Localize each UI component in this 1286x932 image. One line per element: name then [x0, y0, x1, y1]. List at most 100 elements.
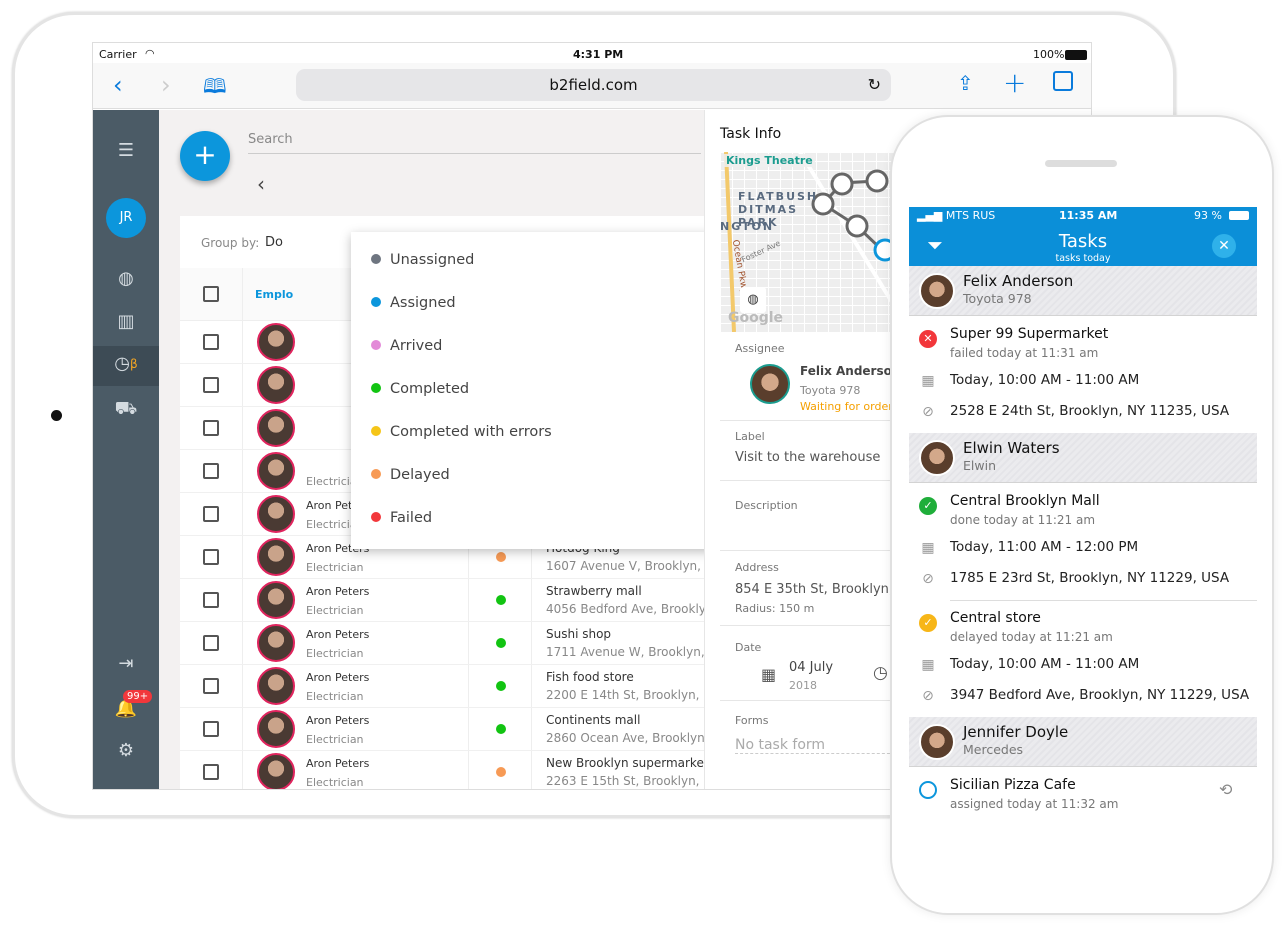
- task-item[interactable]: Sicilian Pizza Cafe assigned today at 11…: [909, 768, 1257, 820]
- forms-select[interactable]: No task form: [735, 737, 895, 754]
- row-checkbox[interactable]: [203, 592, 219, 608]
- route-point: [865, 169, 889, 193]
- forms-label: Forms: [735, 714, 769, 727]
- row-checkbox[interactable]: [203, 420, 219, 436]
- status-option[interactable]: Failed: [371, 510, 432, 526]
- calendar-icon[interactable]: ▦: [761, 665, 776, 684]
- assignee-name: Felix Anderson: [963, 272, 1074, 290]
- vehicle-icon[interactable]: ⛟: [93, 398, 159, 422]
- calendar-icon: ▦: [921, 373, 935, 389]
- sidebar: ☰ JR ◍ ▥ ◷β ⛟ ⇥ 🔔 99+ ⚙: [93, 110, 159, 789]
- status-dot: [371, 383, 381, 393]
- select-all-checkbox[interactable]: [203, 286, 219, 302]
- status-option[interactable]: Unassigned: [371, 252, 474, 268]
- status-option-label: Completed with errors: [390, 424, 552, 440]
- group-by-label: Group by:: [201, 236, 260, 250]
- task-info-panel: Task Info Kings Theatre FLATBUSH DITMAS …: [704, 110, 915, 789]
- notifications-badge: 99+: [123, 690, 153, 703]
- map[interactable]: Kings Theatre FLATBUSH DITMAS PARK NGTON…: [720, 152, 898, 332]
- row-checkbox[interactable]: [203, 377, 219, 393]
- reload-icon[interactable]: ↻: [868, 69, 881, 101]
- calendar-icon: ▦: [921, 540, 935, 556]
- assignee-name: Jennifer Doyle: [963, 723, 1069, 741]
- task-address: 2263 E 15th St, Brooklyn, NY: [546, 774, 720, 788]
- close-icon[interactable]: ✕: [1212, 234, 1236, 258]
- status-option-label: Unassigned: [390, 252, 475, 268]
- user-avatar[interactable]: JR: [106, 198, 146, 238]
- status-option-label: Arrived: [390, 338, 443, 354]
- url-field[interactable]: b2field.com ↻: [296, 69, 891, 101]
- reassign-icon[interactable]: ⟲: [1219, 780, 1232, 799]
- assignee-group[interactable]: Elwin Waters Elwin: [909, 433, 1257, 483]
- globe-icon[interactable]: ◍: [93, 268, 159, 289]
- prev-date-icon[interactable]: ‹: [257, 172, 265, 196]
- assignee-status: Waiting for order: [800, 400, 893, 413]
- assignee-name: Felix Anderson: [800, 364, 901, 378]
- status-dot: [496, 638, 506, 648]
- phone-speaker: [1045, 160, 1117, 167]
- table-row[interactable]: Aron Peters Electrician New Brooklyn sup…: [180, 751, 720, 789]
- address-label: Address: [735, 561, 779, 574]
- address-value: 854 E 35th St, Brooklyn, NY: [735, 582, 915, 597]
- table-row[interactable]: Aron Peters Electrician Fish food store …: [180, 665, 720, 708]
- assignee-avatar: [919, 724, 955, 760]
- tabs-icon[interactable]: [1053, 71, 1073, 91]
- status-option[interactable]: Completed: [371, 381, 469, 397]
- clock-icon[interactable]: ◷: [873, 663, 888, 683]
- status-option-label: Delayed: [390, 467, 450, 483]
- row-checkbox[interactable]: [203, 635, 219, 651]
- row-checkbox[interactable]: [203, 506, 219, 522]
- divider: [720, 700, 905, 701]
- carrier-label: Carrier: [99, 48, 137, 61]
- employee-column-header[interactable]: Emplo: [255, 288, 293, 301]
- employee-avatar: [257, 710, 295, 748]
- assignee-avatar: [750, 364, 790, 404]
- row-checkbox[interactable]: [203, 721, 219, 737]
- task-status: failed today at 11:31 am: [950, 346, 1099, 360]
- reports-icon[interactable]: ▥: [93, 311, 159, 332]
- label-value: Visit to the warehouse: [735, 450, 881, 465]
- task-address: 3947 Bedford Ave, Brooklyn, NY 11229, US…: [950, 687, 1250, 703]
- task-name: Strawberry mall: [546, 584, 642, 598]
- status-dot: [371, 254, 381, 264]
- task-item[interactable]: ✓ Central Brooklyn Mall done today at 11…: [909, 484, 1257, 601]
- task-item[interactable]: ✓ Central store delayed today at 11:21 a…: [909, 601, 1257, 718]
- assignee-group[interactable]: Felix Anderson Toyota 978: [909, 266, 1257, 316]
- table-row[interactable]: Aron Peters Electrician Sushi shop 1711 …: [180, 622, 725, 665]
- new-tab-icon[interactable]: +: [1003, 66, 1026, 99]
- status-option[interactable]: Arrived: [371, 338, 442, 354]
- clock: 4:31 PM: [573, 48, 624, 61]
- bookmarks-icon[interactable]: 🕮: [203, 72, 227, 106]
- status-option[interactable]: Assigned: [371, 295, 456, 311]
- table-row[interactable]: Aron Peters Electrician Continents mall …: [180, 708, 729, 751]
- row-checkbox[interactable]: [203, 764, 219, 780]
- employee-avatar: [257, 753, 295, 789]
- row-checkbox[interactable]: [203, 678, 219, 694]
- forward-icon[interactable]: ›: [161, 71, 171, 99]
- row-checkbox[interactable]: [203, 549, 219, 565]
- settings-icon[interactable]: ⚙: [93, 740, 159, 761]
- tasks-icon[interactable]: ◷β: [93, 346, 159, 386]
- row-checkbox[interactable]: [203, 334, 219, 350]
- assignee-group[interactable]: Jennifer Doyle Mercedes: [909, 717, 1257, 767]
- row-checkbox[interactable]: [203, 463, 219, 479]
- assignee-avatar: [919, 273, 955, 309]
- logout-icon[interactable]: ⇥: [93, 653, 159, 674]
- task-item[interactable]: ✕ Super 99 Supermarket failed today at 1…: [909, 317, 1257, 434]
- status-option[interactable]: Completed with errors: [371, 424, 552, 440]
- menu-icon[interactable]: ☰: [93, 140, 159, 161]
- phone-carrier: ▂▄▆ MTS RUS: [917, 209, 996, 222]
- back-icon[interactable]: ‹: [113, 71, 123, 99]
- share-icon[interactable]: ⇪: [957, 71, 974, 95]
- browser-toolbar: ‹ › 🕮 b2field.com ↻ ⇪ +: [93, 63, 1091, 109]
- label-label: Label: [735, 430, 765, 443]
- search-input[interactable]: Search: [248, 132, 701, 154]
- group-by-select[interactable]: Do: [265, 235, 283, 250]
- task-status-icon: [919, 781, 937, 799]
- table-row[interactable]: Aron Peters Electrician Strawberry mall …: [180, 579, 717, 622]
- map-label: NGTON: [720, 220, 775, 233]
- employee-name: Aron Peters: [306, 628, 370, 641]
- add-task-button[interactable]: +: [180, 131, 230, 181]
- task-status-icon: ✓: [919, 614, 937, 632]
- status-option[interactable]: Delayed: [371, 467, 450, 483]
